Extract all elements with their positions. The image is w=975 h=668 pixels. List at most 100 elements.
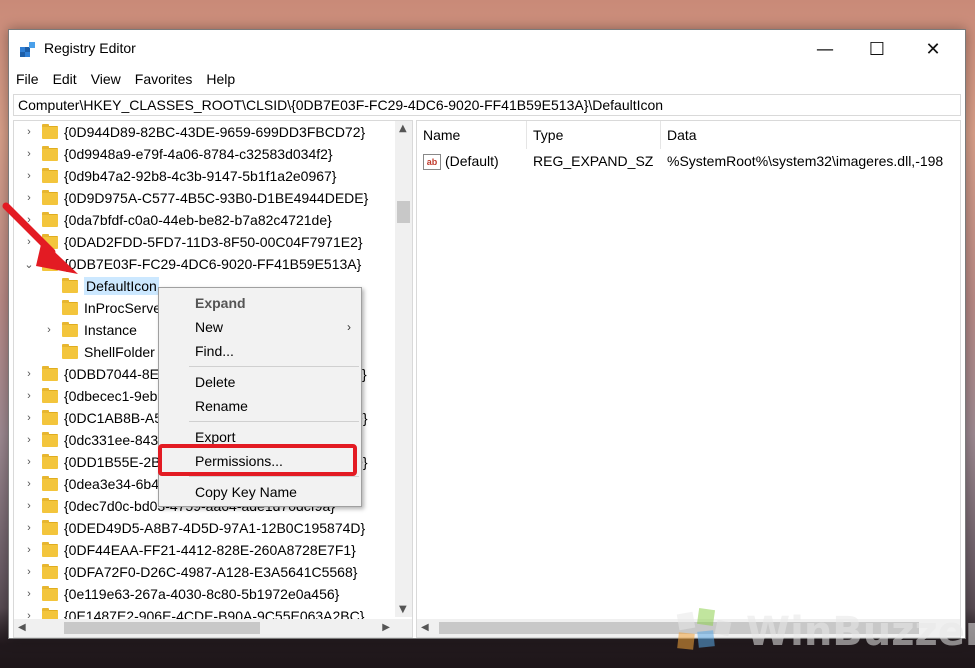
ctx-find[interactable]: Find... <box>159 340 361 362</box>
value-name: (Default) <box>445 153 499 169</box>
menu-bar: File Edit View Favorites Help <box>9 68 965 92</box>
menu-help[interactable]: Help <box>199 68 242 92</box>
tree-item-label: {0DFA72F0-D26C-4987-A128-E3A5641C5568} <box>64 564 358 580</box>
list-scroll-left-icon[interactable]: ◀ <box>421 622 429 633</box>
folder-icon <box>42 541 58 557</box>
folder-icon <box>62 343 78 359</box>
scroll-left-icon[interactable]: ◀ <box>18 622 26 633</box>
minimize-icon: — <box>816 38 834 60</box>
ctx-rename[interactable]: Rename <box>159 395 361 417</box>
chevron-right-icon[interactable]: › <box>22 390 36 402</box>
ctx-copy-key-name[interactable]: Copy Key Name <box>159 481 361 503</box>
menu-file[interactable]: File <box>9 68 46 92</box>
value-data: %SystemRoot%\system32\imageres.dll,-198 <box>667 153 944 169</box>
menu-favorites[interactable]: Favorites <box>128 68 200 92</box>
folder-icon <box>42 365 58 381</box>
chevron-right-icon[interactable]: › <box>22 434 36 446</box>
chevron-right-icon[interactable]: › <box>22 478 36 490</box>
chevron-right-icon[interactable]: › <box>22 456 36 468</box>
tree-item-label: {0d9b47a2-92b8-4c3b-9147-5b1f1a2e0967} <box>64 168 337 184</box>
chevron-right-icon[interactable]: › <box>22 170 36 182</box>
folder-icon <box>42 585 58 601</box>
value-type: REG_EXPAND_SZ <box>533 153 654 169</box>
folder-icon <box>42 453 58 469</box>
tree-item[interactable]: › {0e119e63-267a-4030-8c80-5b1972e0a456} <box>14 583 339 605</box>
tree-item-label: {0d9948a9-e79f-4a06-8784-c32583d034f2} <box>64 146 333 162</box>
ctx-delete[interactable]: Delete <box>159 371 361 393</box>
scroll-right-icon[interactable]: ▶ <box>382 622 390 633</box>
chevron-right-icon[interactable]: › <box>22 126 36 138</box>
column-header-name[interactable]: Name <box>417 121 527 149</box>
tree-item-label: DefaultIcon <box>84 277 159 295</box>
tree-item-label: {0e119e63-267a-4030-8c80-5b1972e0a456} <box>64 586 340 602</box>
winbuzzer-logo-icon <box>676 607 732 650</box>
permissions-highlight-annotation <box>158 444 357 476</box>
ctx-separator <box>189 366 359 367</box>
chevron-right-icon[interactable]: › <box>42 324 56 336</box>
tree-item-label: {0DB7E03F-FC29-4DC6-9020-FF41B59E513A} <box>64 256 362 272</box>
winbuzzer-watermark: WinBuzzer <box>672 605 975 665</box>
scroll-down-icon[interactable]: ▼ <box>399 604 407 615</box>
tree-item[interactable]: › {0d9948a9-e79f-4a06-8784-c32583d034f2} <box>14 143 333 165</box>
tree-item[interactable]: › {0DF44EAA-FF21-4412-828E-260A8728E7F1} <box>14 539 356 561</box>
folder-icon <box>42 497 58 513</box>
ctx-new-label: New <box>195 319 224 335</box>
tree-item-label: {0da7bfdf-c0a0-44eb-be82-b7a82c4721de} <box>64 212 332 228</box>
chevron-right-icon[interactable]: › <box>22 566 36 578</box>
folder-icon <box>42 167 58 183</box>
folder-icon <box>42 431 58 447</box>
tree-item-label: ShellFolder <box>84 344 155 360</box>
tree-item[interactable]: › Instance <box>34 319 137 341</box>
close-button[interactable]: ✕ <box>905 30 961 68</box>
tree-item-label: {0DAD2FDD-5FD7-11D3-8F50-00C04F7971E2} <box>64 234 363 250</box>
tree-item[interactable]: › {0DFA72F0-D26C-4987-A128-E3A5641C5568} <box>14 561 357 583</box>
folder-icon <box>42 519 58 535</box>
folder-icon <box>62 299 78 315</box>
column-header-data[interactable]: Data <box>661 121 960 149</box>
folder-icon <box>42 145 58 161</box>
red-arrow-annotation-icon <box>2 202 78 274</box>
value-name-cell: ab (Default) <box>423 153 499 171</box>
ctx-separator <box>189 476 359 477</box>
chevron-right-icon[interactable]: › <box>22 500 36 512</box>
tree-vertical-scrollbar[interactable]: ▲ ▼ <box>395 121 412 617</box>
maximize-button[interactable]: ☐ <box>849 30 905 68</box>
submenu-arrow-icon: › <box>347 320 351 334</box>
chevron-right-icon[interactable]: › <box>22 544 36 556</box>
column-header-type[interactable]: Type <box>527 121 661 149</box>
maximize-icon: ☐ <box>868 38 886 60</box>
chevron-right-icon[interactable]: › <box>22 588 36 600</box>
minimize-button[interactable]: — <box>797 30 853 68</box>
registry-editor-app-icon <box>20 42 35 57</box>
value-row[interactable]: ab (Default) REG_EXPAND_SZ %SystemRoot%\s… <box>417 151 960 173</box>
ctx-expand[interactable]: Expand <box>159 292 361 314</box>
folder-icon <box>42 475 58 491</box>
ctx-new[interactable]: New › <box>159 316 361 338</box>
tree-item[interactable]: › {0D944D89-82BC-43DE-9659-699DD3FBCD72} <box>14 121 365 143</box>
chevron-right-icon[interactable]: › <box>22 412 36 424</box>
scroll-up-icon[interactable]: ▲ <box>399 123 407 134</box>
menu-view[interactable]: View <box>84 68 128 92</box>
tree-item-label: {0DED49D5-A8B7-4D5D-97A1-12B0C195874D} <box>64 520 366 536</box>
chevron-right-icon[interactable]: › <box>22 148 36 160</box>
folder-icon <box>42 387 58 403</box>
tree-item[interactable]: › {0DED49D5-A8B7-4D5D-97A1-12B0C195874D} <box>14 517 365 539</box>
address-bar[interactable]: Computer\HKEY_CLASSES_ROOT\CLSID\{0DB7E0… <box>13 94 961 116</box>
ctx-separator <box>189 421 359 422</box>
chevron-right-icon[interactable]: › <box>22 522 36 534</box>
folder-icon <box>42 563 58 579</box>
chevron-right-icon[interactable]: › <box>22 368 36 380</box>
tree-item[interactable]: ShellFolder <box>34 341 155 363</box>
watermark-text: WinBuzzer <box>746 609 975 655</box>
tree-item-label: {0D944D89-82BC-43DE-9659-699DD3FBCD72} <box>64 124 366 140</box>
tree-vertical-scroll-thumb[interactable] <box>397 201 410 223</box>
tree-item[interactable]: › {0d9b47a2-92b8-4c3b-9147-5b1f1a2e0967} <box>14 165 336 187</box>
tree-horizontal-scroll-thumb[interactable] <box>64 622 260 634</box>
string-value-icon: ab <box>423 154 441 171</box>
tree-horizontal-scrollbar[interactable]: ◀ ▶ <box>14 619 412 637</box>
folder-icon <box>62 277 78 293</box>
menu-edit[interactable]: Edit <box>46 68 84 92</box>
values-list-pane[interactable]: Name Type Data ab (Default) REG_EXPAND_SZ… <box>416 120 961 638</box>
tree-item-label: {0D9D975A-C577-4B5C-93B0-D1BE4944DEDE} <box>64 190 369 206</box>
registry-editor-window: Registry Editor — ☐ ✕ File Edit View Fav… <box>8 29 966 639</box>
